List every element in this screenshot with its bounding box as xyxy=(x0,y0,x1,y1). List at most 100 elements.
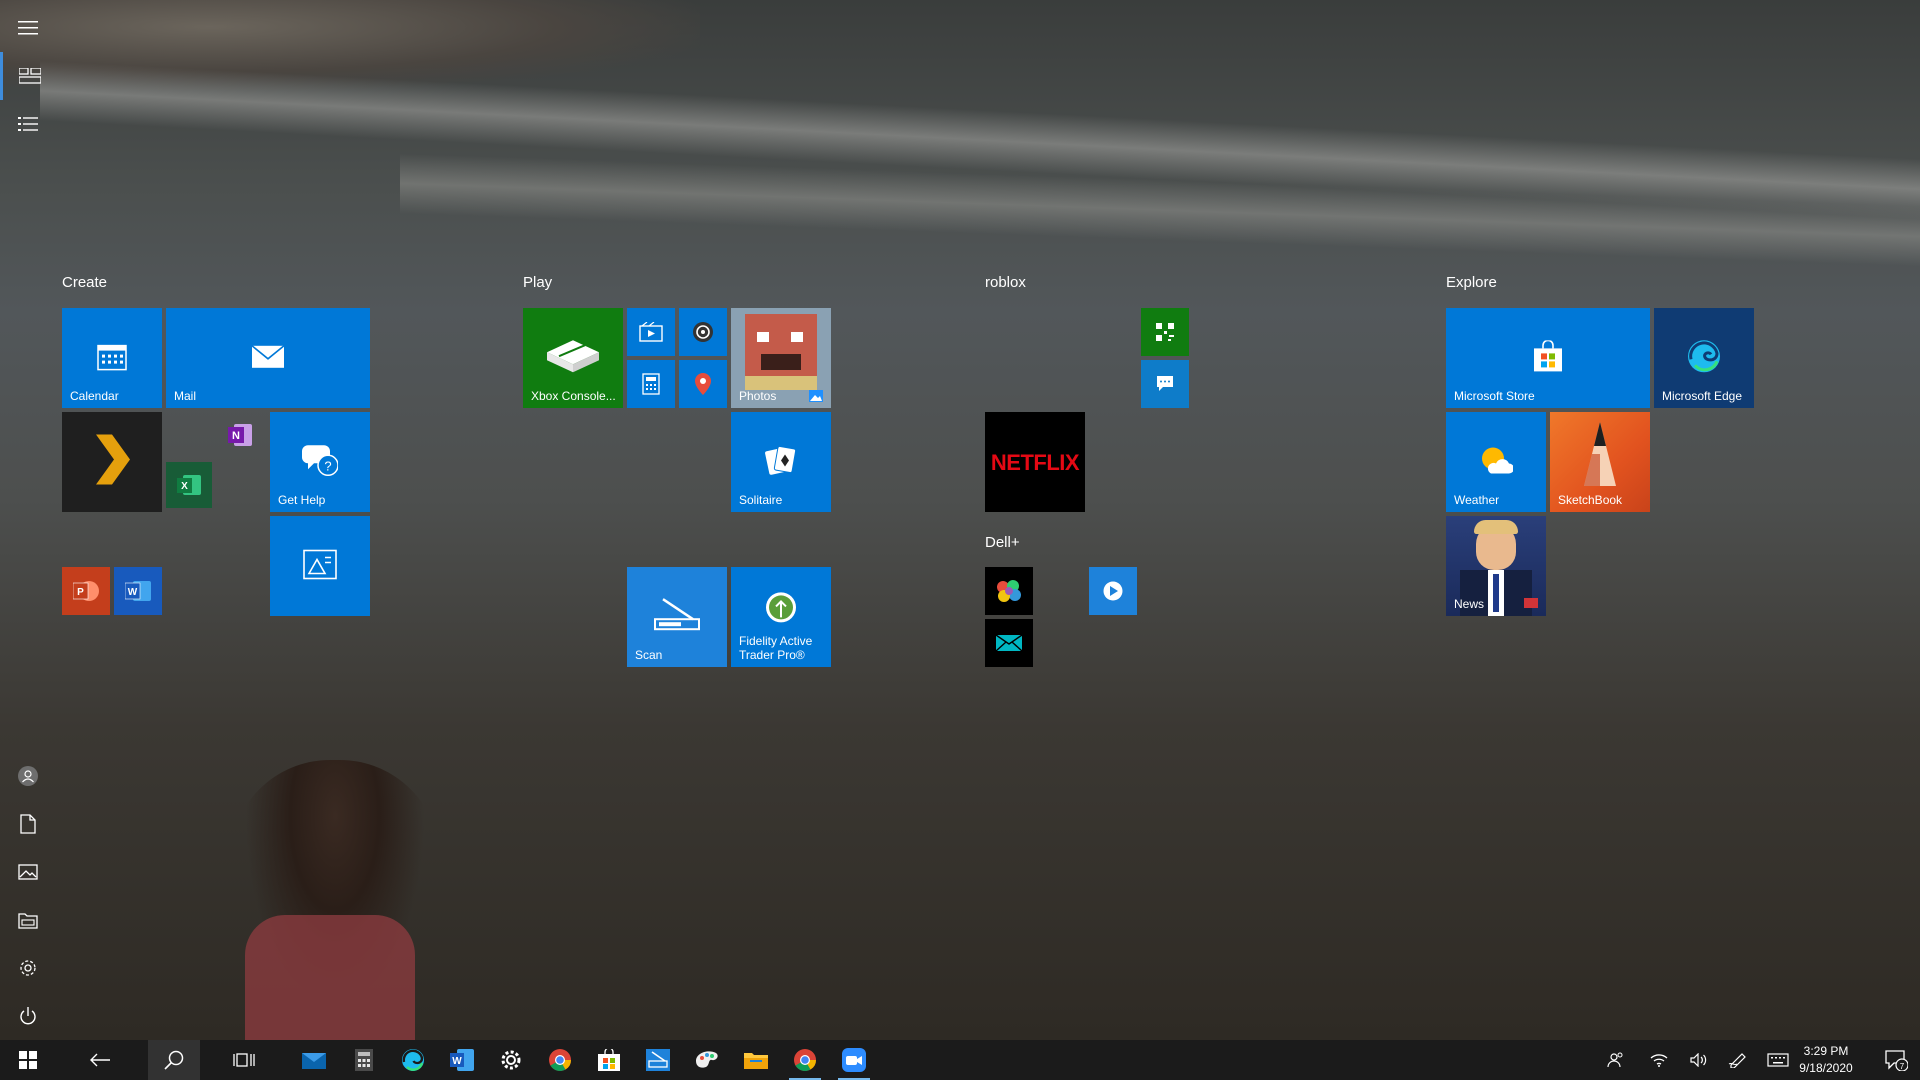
svg-text:W: W xyxy=(128,587,138,598)
tile-news[interactable]: News xyxy=(1446,516,1546,616)
tile-feedback[interactable] xyxy=(1141,360,1189,408)
wifi-icon[interactable] xyxy=(1647,1040,1671,1080)
tile-label: SketchBook xyxy=(1558,493,1623,507)
tile-groove-music[interactable] xyxy=(679,308,727,356)
wallpaper-child-shirt xyxy=(245,915,415,1040)
tile-dell-mail[interactable] xyxy=(985,619,1033,667)
image-edit-icon xyxy=(303,549,337,580)
shopping-bag-icon xyxy=(1532,340,1564,372)
tile-label: Solitaire xyxy=(739,493,783,507)
netflix-logo: NETFLIX xyxy=(990,450,1080,475)
taskbar-scan-icon[interactable] xyxy=(634,1040,682,1080)
taskbar-mail-icon[interactable] xyxy=(290,1040,338,1080)
tile-scan[interactable]: Scan xyxy=(627,567,727,667)
taskbar-settings-gear-icon[interactable] xyxy=(487,1040,535,1080)
search-icon[interactable] xyxy=(148,1040,200,1080)
hamburger-menu-icon[interactable] xyxy=(0,4,56,52)
tile-label: Fidelity Active Trader Pro® xyxy=(739,634,813,662)
video-play-icon xyxy=(639,322,663,342)
onenote-icon: N xyxy=(228,422,254,448)
all-apps-icon[interactable] xyxy=(0,100,56,148)
tile-mail[interactable]: Mail xyxy=(166,308,370,408)
word-icon: W xyxy=(125,579,151,603)
fidelity-logo-icon xyxy=(765,591,797,623)
tile-dell-photo[interactable] xyxy=(985,567,1033,615)
tile-qr-scanner[interactable] xyxy=(1141,308,1189,356)
taskbar-file-explorer-icon[interactable] xyxy=(732,1040,780,1080)
task-view-icon[interactable] xyxy=(220,1040,268,1080)
teal-envelope-icon xyxy=(995,634,1023,652)
taskbar-word-icon[interactable]: W xyxy=(438,1040,486,1080)
tile-sketchbook[interactable]: SketchBook xyxy=(1550,412,1650,512)
taskbar-calculator-icon[interactable] xyxy=(340,1040,388,1080)
volume-icon[interactable] xyxy=(1687,1040,1711,1080)
group-title-create[interactable]: Create xyxy=(62,274,107,291)
qr-code-icon xyxy=(1155,322,1175,342)
tile-solitaire[interactable]: Solitaire xyxy=(731,412,831,512)
svg-text:N: N xyxy=(232,430,240,442)
tile-movies-tv[interactable] xyxy=(627,308,675,356)
tile-netflix[interactable]: NETFLIX xyxy=(985,412,1085,512)
tile-fidelity[interactable]: Fidelity Active Trader Pro® xyxy=(731,567,831,667)
group-title-dell[interactable]: Dell+ xyxy=(985,534,1020,551)
colorful-pinwheel-icon xyxy=(995,579,1023,603)
pinned-tiles-icon[interactable] xyxy=(0,52,56,100)
tile-powerpoint[interactable]: P xyxy=(62,567,110,615)
notification-count: 7 xyxy=(1900,1062,1905,1071)
photos-preview-image xyxy=(745,314,817,390)
taskbar-paint-3d-icon[interactable] xyxy=(683,1040,731,1080)
taskbar-chrome-icon[interactable] xyxy=(536,1040,584,1080)
tile-label: Xbox Console... xyxy=(531,389,616,403)
tile-label: Calendar xyxy=(70,389,119,403)
power-icon[interactable] xyxy=(0,992,56,1040)
pictures-icon[interactable] xyxy=(0,848,56,896)
taskbar-store-icon[interactable] xyxy=(585,1040,633,1080)
weather-sun-cloud-icon xyxy=(1479,446,1513,476)
tile-calendar[interactable]: Calendar xyxy=(62,308,162,408)
people-icon[interactable] xyxy=(1604,1040,1628,1080)
chat-bubble-icon xyxy=(1155,375,1175,393)
tile-photos[interactable]: Photos xyxy=(731,308,831,408)
tile-get-help[interactable]: ? Get Help xyxy=(270,412,370,512)
calculator-icon xyxy=(642,373,660,395)
tile-microsoft-edge[interactable]: Microsoft Edge xyxy=(1654,308,1754,408)
svg-text:X: X xyxy=(181,481,188,492)
tile-xbox-console[interactable]: Xbox Console... xyxy=(523,308,623,408)
tile-weather[interactable]: Weather xyxy=(1446,412,1546,512)
group-title-play[interactable]: Play xyxy=(523,274,552,291)
action-center-icon[interactable]: 7 xyxy=(1876,1040,1916,1080)
documents-icon[interactable] xyxy=(0,800,56,848)
tile-calculator[interactable] xyxy=(627,360,675,408)
clock-date: 9/18/2020 xyxy=(1799,1061,1853,1075)
tile-microsoft-store[interactable]: Microsoft Store xyxy=(1446,308,1650,408)
system-clock[interactable]: 3:29 PM 9/18/2020 xyxy=(1786,1043,1866,1077)
group-title-roblox[interactable]: roblox xyxy=(985,274,1026,291)
start-windows-icon[interactable] xyxy=(4,1040,52,1080)
pen-ink-icon[interactable] xyxy=(1726,1040,1750,1080)
settings-gear-icon[interactable] xyxy=(0,944,56,992)
edge-browser-icon xyxy=(1687,339,1721,373)
svg-text:P: P xyxy=(77,587,84,598)
tile-label: News xyxy=(1454,597,1485,611)
music-disc-icon xyxy=(692,321,714,343)
tile-maps[interactable] xyxy=(679,360,727,408)
scanner-icon xyxy=(653,597,701,633)
file-explorer-icon[interactable] xyxy=(0,896,56,944)
back-arrow-icon[interactable] xyxy=(76,1040,124,1080)
tile-plex[interactable] xyxy=(62,412,162,512)
tile-photo-editor[interactable] xyxy=(270,516,370,616)
taskbar-chrome-running-icon[interactable] xyxy=(781,1040,829,1080)
plex-chevron-icon xyxy=(92,434,132,485)
taskbar-edge-icon[interactable] xyxy=(389,1040,437,1080)
tile-word[interactable]: W xyxy=(114,567,162,615)
svg-text:?: ? xyxy=(324,458,331,473)
taskbar-zoom-icon[interactable] xyxy=(830,1040,878,1080)
user-account-icon[interactable] xyxy=(0,752,56,800)
group-title-explore[interactable]: Explore xyxy=(1446,274,1497,291)
taskbar: W 3:29 PM 9/18/2020 7 xyxy=(0,1040,1920,1080)
tile-label: Weather xyxy=(1454,493,1500,507)
tile-office-folder[interactable]: N X xyxy=(166,412,266,512)
excel-icon: X xyxy=(166,462,212,508)
tile-label: Get Help xyxy=(278,493,326,507)
tile-dell-cinema[interactable] xyxy=(1089,567,1137,615)
